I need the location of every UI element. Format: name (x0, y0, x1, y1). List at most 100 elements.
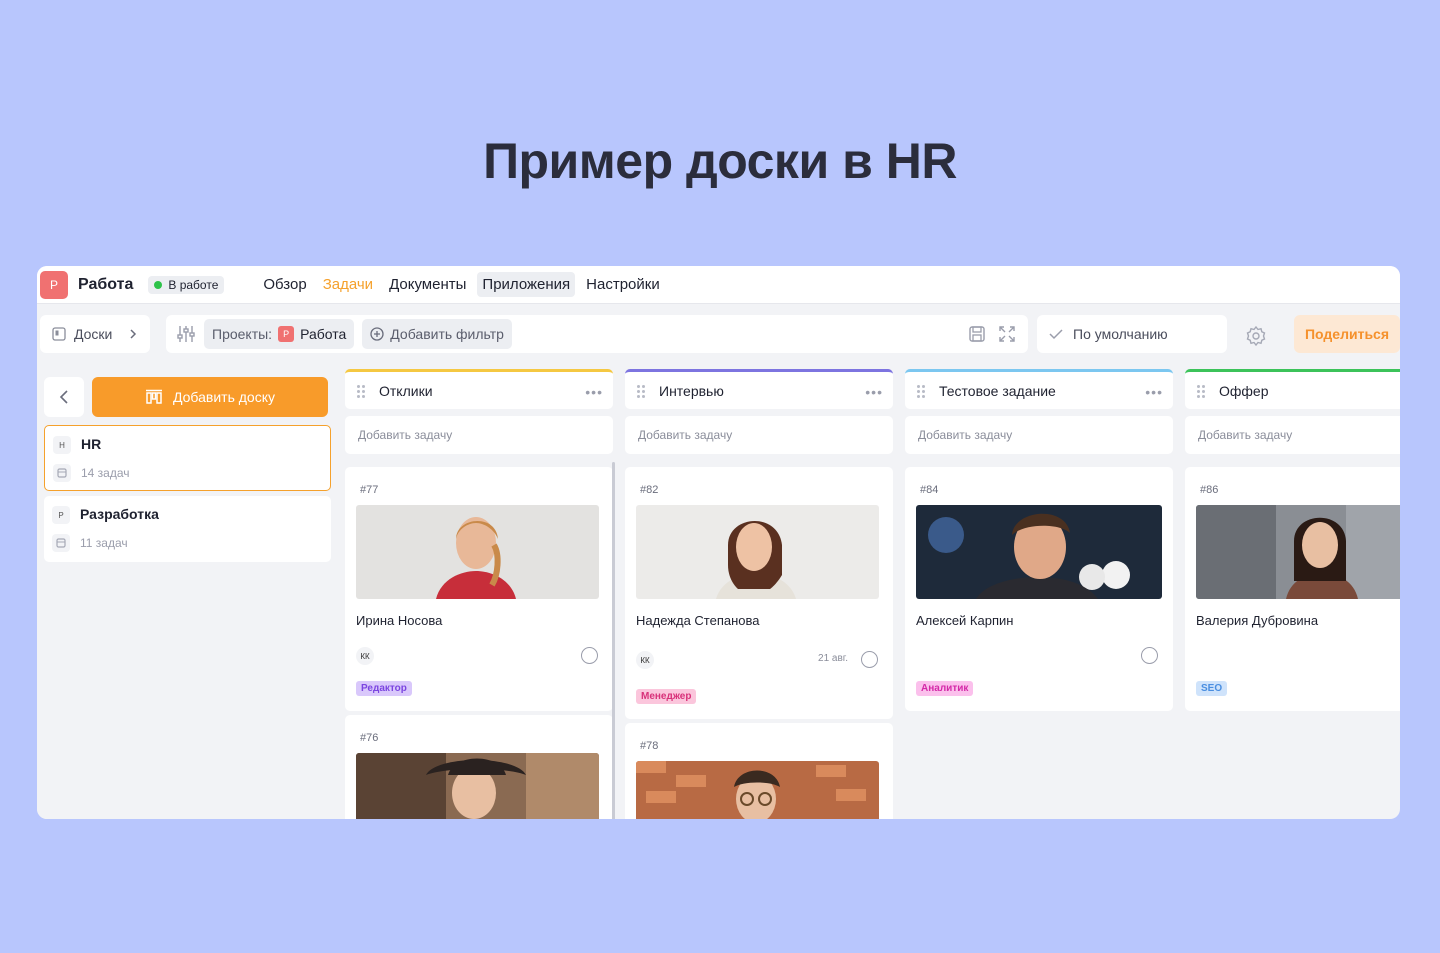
collapse-sidebar-button[interactable] (44, 377, 84, 417)
assignee-avatar: КК (356, 647, 374, 665)
board-item-hr[interactable]: H HR 14 задач (44, 425, 331, 491)
filter-actions (968, 325, 1016, 343)
page-headline: Пример доски в HR (483, 133, 957, 189)
column-header[interactable]: Интервью ••• (625, 369, 893, 409)
boards-toggle[interactable]: Доски (40, 315, 150, 353)
board-icon (52, 327, 66, 341)
task-card[interactable]: #78 (625, 723, 893, 819)
board-letter: Р (52, 506, 70, 524)
task-id: #84 (920, 484, 939, 496)
board-item-dev[interactable]: Р Разработка 11 задач (44, 496, 331, 562)
board-task-count: 11 задач (80, 536, 128, 550)
task-id: #86 (1200, 484, 1219, 496)
role-tag: Редактор (356, 681, 412, 696)
status-dot-icon (154, 280, 163, 289)
board-name: HR (81, 436, 102, 452)
boards-sidebar: Добавить доску H HR 14 задач Р Разработк… (37, 370, 337, 819)
task-card[interactable]: #77 Ирина Носова КК Редактор (345, 467, 613, 711)
drag-handle-icon[interactable] (1197, 384, 1205, 398)
drag-handle-icon[interactable] (637, 384, 645, 398)
add-task-button[interactable]: Добавить задачу (905, 416, 1173, 454)
add-task-button[interactable]: Добавить задачу (625, 416, 893, 454)
nav-overview[interactable]: Обзор (258, 272, 311, 297)
save-icon[interactable] (968, 325, 986, 343)
task-id: #77 (360, 484, 379, 496)
candidate-photo (636, 761, 879, 819)
add-task-button[interactable]: Добавить задачу (345, 416, 613, 454)
filter-bar: Проекты: Р Работа Добавить фильтр (166, 315, 1028, 353)
main-nav: Обзор Задачи Документы Приложения Настро… (258, 272, 664, 297)
top-bar: Р Работа В работе Обзор Задачи Документы… (37, 266, 1400, 304)
column-header[interactable]: Оффер (1185, 369, 1400, 409)
gear-icon[interactable] (1245, 325, 1267, 347)
add-task-button[interactable]: Добавить задачу (1185, 416, 1400, 454)
candidate-name: Алексей Карпин (916, 613, 1014, 628)
nav-tasks[interactable]: Задачи (318, 272, 378, 297)
add-board-label: Добавить доску (173, 389, 275, 405)
assignee-avatar: КК (636, 651, 654, 669)
column-header[interactable]: Тестовое задание ••• (905, 369, 1173, 409)
role-tag: SEO (1196, 681, 1228, 696)
more-icon[interactable]: ••• (585, 384, 603, 400)
board-letter: H (53, 436, 71, 454)
project-chip-name: Работа (300, 326, 347, 342)
projects-filter-label: Проекты: (212, 326, 273, 342)
column-title: Оффер (1219, 382, 1269, 399)
task-card[interactable]: #86 Валерия Дубровина SEO (1185, 467, 1400, 711)
view-selector-label: По умолчанию (1073, 326, 1168, 342)
column-interview: Интервью ••• Добавить задачу #82 Надежда… (625, 369, 893, 819)
board-task-count: 14 задач (81, 466, 130, 480)
status-label: В работе (168, 277, 219, 292)
role-tag: Аналитик (916, 681, 974, 696)
expand-icon[interactable] (998, 325, 1016, 343)
filter-sliders-icon[interactable] (176, 324, 196, 344)
add-board-button[interactable]: Добавить доску (92, 377, 328, 417)
boards-label: Доски (74, 326, 113, 342)
more-icon[interactable]: ••• (865, 384, 883, 400)
chevron-right-icon (130, 329, 137, 339)
drag-handle-icon[interactable] (917, 384, 925, 398)
project-chip-icon: Р (278, 326, 295, 342)
column-scrollbar[interactable] (612, 462, 615, 819)
task-id: #76 (360, 732, 379, 744)
status-badge[interactable]: В работе (148, 275, 225, 294)
complete-checkbox[interactable] (1141, 647, 1158, 664)
column-title: Тестовое задание (939, 382, 1056, 399)
column-header[interactable]: Отклики ••• (345, 369, 613, 409)
nav-settings[interactable]: Настройки (581, 272, 665, 297)
complete-checkbox[interactable] (581, 647, 598, 664)
role-tag: Менеджер (636, 689, 697, 704)
task-card[interactable]: #84 Алексей Карпин Аналитик (905, 467, 1173, 711)
drag-handle-icon[interactable] (357, 384, 365, 398)
candidate-name: Валерия Дубровина (1196, 613, 1319, 628)
task-count-icon (53, 464, 71, 482)
share-button[interactable]: Поделиться (1294, 315, 1400, 353)
nav-apps[interactable]: Приложения (477, 272, 576, 297)
candidate-name: Ирина Носова (356, 613, 443, 628)
candidate-photo (1196, 505, 1400, 599)
candidate-photo (356, 753, 599, 819)
task-card[interactable]: #76 (345, 715, 613, 819)
candidate-photo (916, 505, 1162, 599)
column-title: Интервью (659, 382, 724, 399)
complete-checkbox[interactable] (861, 651, 878, 668)
projects-filter-chip[interactable]: Проекты: Р Работа (204, 319, 355, 349)
task-card[interactable]: #82 Надежда Степанова КК 21 авг. Менедже… (625, 467, 893, 719)
candidate-photo (356, 505, 599, 599)
add-filter-button[interactable]: Добавить фильтр (362, 319, 512, 349)
due-date: 21 авг. (818, 653, 848, 664)
more-icon[interactable]: ••• (1145, 384, 1163, 400)
candidate-photo (636, 505, 879, 599)
plus-circle-icon (370, 327, 384, 341)
view-selector[interactable]: По умолчанию (1037, 315, 1227, 353)
column-offer: Оффер Добавить задачу #86 Валерия Дубров… (1185, 369, 1400, 819)
column-responses: Отклики ••• Добавить задачу #77 Ирина Но… (345, 369, 613, 819)
board-name: Разработка (80, 506, 159, 522)
nav-documents[interactable]: Документы (384, 272, 471, 297)
chevron-left-icon (59, 390, 68, 404)
task-id: #82 (640, 484, 659, 496)
column-title: Отклики (379, 382, 433, 399)
check-icon (1049, 329, 1063, 340)
add-filter-label: Добавить фильтр (390, 326, 504, 342)
kanban-icon (146, 389, 162, 404)
